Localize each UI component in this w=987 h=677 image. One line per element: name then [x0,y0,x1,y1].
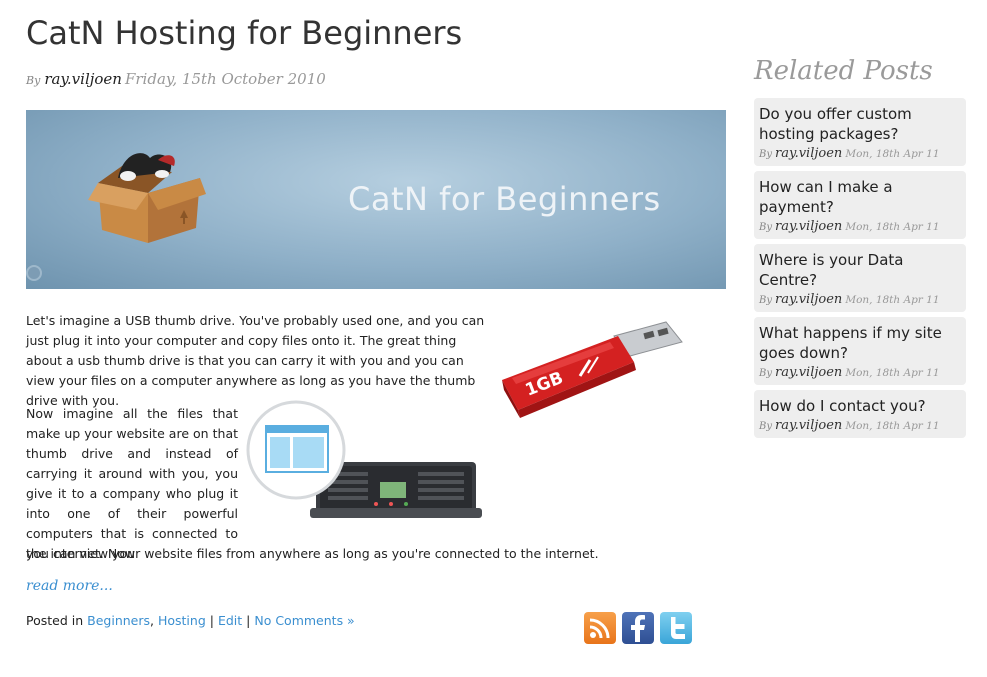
usb-drive-image: 1GB [498,318,688,437]
post-date: Friday, 15th October 2010 [124,70,326,88]
server-window-image [246,400,482,530]
edit-link[interactable]: Edit [218,613,242,628]
author-link[interactable]: ray.viljoen [775,418,842,433]
related-post-item: How do I contact you? By ray.viljoen Mon, … [754,390,966,438]
author-link[interactable]: ray.viljoen [775,292,842,307]
related-post-item: Do you offer custom hosting packages? By… [754,98,966,166]
post-footer: Posted in Beginners, Hosting | Edit | No… [26,613,355,628]
author-link[interactable]: ray.viljoen [44,70,122,88]
related-post-meta: By ray.viljoen Mon, 18th Apr 11 [759,146,961,161]
banner-corner-decoration [26,265,42,281]
related-posts-title: Related Posts [754,56,933,86]
by-label: By [759,368,772,379]
post-paragraph-1: Let's imagine a USB thumb drive. You've … [26,313,485,408]
related-post-link[interactable]: Do you offer custom hosting packages? [759,104,961,144]
related-post-item: What happens if my site goes down? By ray… [754,317,966,385]
related-post-date: Mon, 18th Apr 11 [845,148,940,160]
related-posts-list: Do you offer custom hosting packages? By… [754,98,966,443]
related-post-link[interactable]: Where is your Data Centre? [759,250,961,290]
read-more-link[interactable]: read more... [26,578,113,594]
related-post-link[interactable]: What happens if my site goes down? [759,323,961,363]
related-post-meta: By ray.viljoen Mon, 18th Apr 11 [759,219,961,234]
related-post-item: Where is your Data Centre? By ray.viljoen… [754,244,966,312]
category-link-beginners[interactable]: Beginners [87,613,150,628]
facebook-icon[interactable] [622,612,654,644]
cardboard-box-icon [88,148,208,252]
post-paragraph-2: Now imagine all the files that make up y… [26,406,238,561]
category-separator: , [150,613,158,628]
twitter-icon[interactable] [660,612,692,644]
by-label: By [759,222,772,233]
related-post-date: Mon, 18th Apr 11 [845,420,940,432]
category-link-hosting[interactable]: Hosting [158,613,206,628]
related-post-meta: By ray.viljoen Mon, 18th Apr 11 [759,292,961,307]
post-meta: By ray.viljoen Friday, 15th October 2010 [26,70,326,88]
related-post-link[interactable]: How can I make a payment? [759,177,961,217]
related-post-date: Mon, 18th Apr 11 [845,221,940,233]
related-post-date: Mon, 18th Apr 11 [845,294,940,306]
post-banner-image: CatN for Beginners [26,110,726,289]
rss-icon[interactable] [584,612,616,644]
related-post-link[interactable]: How do I contact you? [759,396,961,416]
posted-in-label: Posted in [26,613,84,628]
author-link[interactable]: ray.viljoen [775,219,842,234]
comments-link[interactable]: No Comments » [254,613,354,628]
author-link[interactable]: ray.viljoen [775,146,842,161]
related-post-meta: By ray.viljoen Mon, 18th Apr 11 [759,365,961,380]
author-link[interactable]: ray.viljoen [775,365,842,380]
related-post-item: How can I make a payment? By ray.viljoen M… [754,171,966,239]
related-post-date: Mon, 18th Apr 11 [845,367,940,379]
divider: | [246,613,251,628]
related-post-meta: By ray.viljoen Mon, 18th Apr 11 [759,418,961,433]
banner-text: CatN for Beginners [348,180,661,218]
by-label: By [759,295,772,306]
by-label: By [26,74,41,87]
by-label: By [759,421,772,432]
divider: | [209,613,214,628]
post-title[interactable]: CatN Hosting for Beginners [26,14,462,52]
post-paragraph-2-end: you can view your website files from any… [26,546,599,561]
by-label: By [759,149,772,160]
